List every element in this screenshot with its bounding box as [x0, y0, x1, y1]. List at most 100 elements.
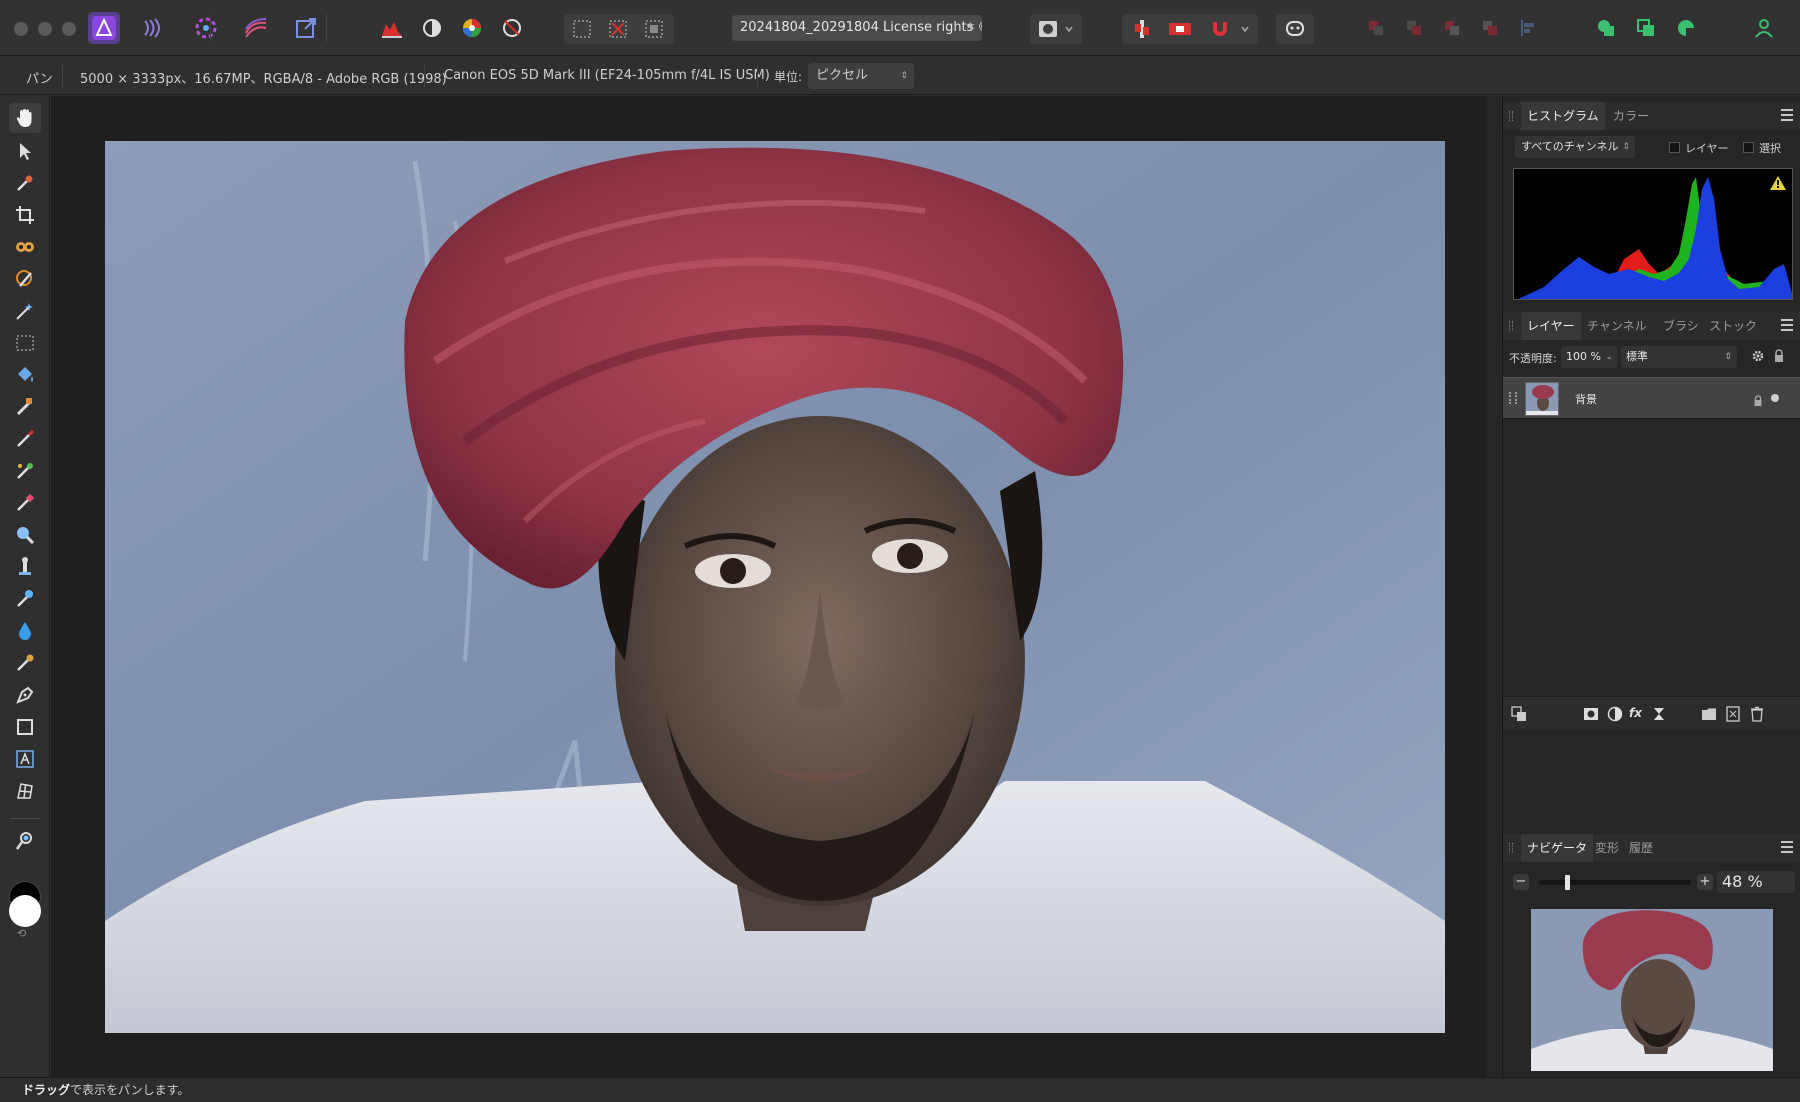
add-group-icon[interactable]	[1701, 706, 1717, 722]
red-eye-tool-icon[interactable]	[9, 232, 41, 262]
document-title[interactable]: 20241804_20291804 License rights © ✶	[732, 15, 982, 41]
swap-colors-icon[interactable]: ⟲	[17, 927, 26, 940]
unit-select[interactable]: ピクセル ⇕	[808, 63, 914, 89]
auto-white-balance-icon[interactable]	[496, 12, 528, 44]
boolean-add-icon[interactable]	[1590, 12, 1622, 44]
invert-selection-icon[interactable]	[638, 13, 670, 45]
arrange-back-icon[interactable]	[1360, 12, 1392, 44]
selection-checkbox[interactable]: 選択	[1743, 140, 1781, 156]
assistant-icon[interactable]	[1279, 13, 1311, 45]
tab-brushes[interactable]: ブラシ	[1657, 312, 1705, 340]
panel-menu-icon[interactable]	[1781, 319, 1793, 331]
lock-icon[interactable]	[1773, 349, 1785, 366]
blur-tool-icon[interactable]	[9, 616, 41, 646]
window-zoom-button[interactable]	[62, 22, 76, 36]
window-close-button[interactable]	[14, 22, 28, 36]
color-picker-tool-icon[interactable]	[9, 168, 41, 198]
export-persona-icon[interactable]	[290, 12, 322, 44]
arrange-backward-icon[interactable]	[1398, 12, 1430, 44]
alignment-icon[interactable]	[1126, 13, 1158, 45]
zoom-value-field[interactable]: 48 %	[1717, 871, 1795, 893]
visibility-dot-icon[interactable]	[1771, 394, 1779, 402]
liquify-persona-icon[interactable]	[138, 12, 170, 44]
arrange-front-icon[interactable]	[1474, 12, 1506, 44]
tab-navigator[interactable]: ナビゲータ	[1521, 834, 1594, 862]
delete-layer-icon[interactable]	[1749, 706, 1765, 722]
chevron-down-icon[interactable]	[1060, 13, 1078, 45]
drag-handle-icon[interactable]	[1509, 392, 1517, 404]
tab-transform[interactable]: 変形	[1589, 834, 1625, 862]
zoom-out-button[interactable]: −	[1513, 874, 1529, 890]
align-icon[interactable]	[1512, 12, 1544, 44]
select-all-icon[interactable]	[566, 13, 598, 45]
pen-tool-icon[interactable]	[9, 680, 41, 710]
clone-tool-icon[interactable]	[9, 552, 41, 582]
primary-color-swatch[interactable]	[9, 895, 41, 927]
account-icon[interactable]	[1748, 12, 1780, 44]
opacity-field[interactable]: 100 % ⌄	[1561, 346, 1617, 368]
snapping-magnet-icon[interactable]	[1204, 13, 1236, 45]
auto-contrast-icon[interactable]	[416, 12, 448, 44]
color-replacement-tool-icon[interactable]	[9, 456, 41, 486]
navigator-preview[interactable]	[1531, 909, 1773, 1071]
panel-menu-icon[interactable]	[1781, 109, 1793, 121]
vertical-scrollbar[interactable]	[1487, 96, 1501, 1077]
gear-icon[interactable]	[1751, 349, 1765, 366]
tab-histogram[interactable]: ヒストグラム	[1521, 102, 1605, 130]
tab-channels[interactable]: チャンネル	[1581, 312, 1653, 340]
flood-select-tool-icon[interactable]	[9, 296, 41, 326]
boolean-subtract-icon[interactable]	[1630, 12, 1662, 44]
deselect-icon[interactable]	[602, 13, 634, 45]
marquee-tool-icon[interactable]	[9, 328, 41, 358]
arrange-forward-icon[interactable]	[1436, 12, 1468, 44]
crop-tool-icon[interactable]	[9, 200, 41, 230]
dodge-tool-icon[interactable]	[9, 584, 41, 614]
layer-row[interactable]: 背景	[1503, 377, 1800, 419]
zoom-tool-icon[interactable]	[9, 520, 41, 550]
layer-checkbox[interactable]: レイヤー	[1669, 140, 1729, 156]
warning-icon[interactable]	[1770, 175, 1786, 194]
retouch-tool-icon[interactable]	[9, 648, 41, 678]
layer-options-icon[interactable]	[1511, 706, 1527, 722]
add-pixel-layer-icon[interactable]	[1725, 706, 1741, 722]
photo-persona-icon[interactable]	[88, 12, 120, 44]
pan-tool-icon[interactable]	[9, 103, 41, 133]
boolean-intersect-icon[interactable]	[1670, 12, 1702, 44]
panel-menu-icon[interactable]	[1781, 841, 1793, 853]
opacity-value: 100 %	[1566, 350, 1601, 363]
develop-persona-icon[interactable]	[190, 12, 222, 44]
auto-colors-icon[interactable]	[456, 12, 488, 44]
selection-brush-tool-icon[interactable]	[9, 264, 41, 294]
adjustment-layer-icon[interactable]	[1607, 706, 1623, 722]
move-tool-icon[interactable]	[9, 136, 41, 166]
navigator-zoom-controls: − + 48 %	[1503, 868, 1800, 898]
rectangle-tool-icon[interactable]	[9, 712, 41, 742]
window-minimize-button[interactable]	[38, 22, 52, 36]
channel-select-value: すべてのチャンネル	[1521, 140, 1619, 153]
live-filter-icon[interactable]	[1651, 706, 1667, 722]
tab-stock[interactable]: ストック	[1703, 312, 1763, 340]
paint-brush-tool-icon[interactable]	[9, 424, 41, 454]
layer-fx-icon[interactable]: fx	[1629, 706, 1645, 722]
chevron-down-icon[interactable]	[1236, 13, 1254, 45]
text-tool-icon[interactable]	[9, 744, 41, 774]
document-image[interactable]	[105, 141, 1445, 1033]
channel-select[interactable]: すべてのチャンネル ⇕	[1515, 136, 1635, 158]
lock-icon[interactable]	[1753, 392, 1763, 411]
mesh-warp-tool-icon[interactable]	[9, 776, 41, 806]
mask-layer-icon[interactable]	[1583, 706, 1599, 722]
erase-tool-icon[interactable]	[9, 488, 41, 518]
zoom-slider-thumb[interactable]	[1565, 875, 1570, 890]
blend-mode-select[interactable]: 標準 ⇕	[1621, 346, 1737, 368]
tab-layers[interactable]: レイヤー	[1521, 312, 1581, 340]
view-mode-icon[interactable]	[1164, 13, 1196, 45]
flood-fill-tool-icon[interactable]	[9, 360, 41, 390]
view-tool-icon[interactable]	[9, 826, 41, 856]
zoom-slider-track[interactable]	[1539, 875, 1691, 890]
zoom-in-button[interactable]: +	[1697, 874, 1713, 890]
tab-color[interactable]: カラー	[1607, 102, 1655, 130]
levels-adjustment-icon[interactable]	[376, 12, 408, 44]
gradient-tool-icon[interactable]	[9, 392, 41, 422]
tab-history[interactable]: 履歴	[1623, 834, 1659, 862]
tone-mapping-persona-icon[interactable]	[240, 12, 272, 44]
